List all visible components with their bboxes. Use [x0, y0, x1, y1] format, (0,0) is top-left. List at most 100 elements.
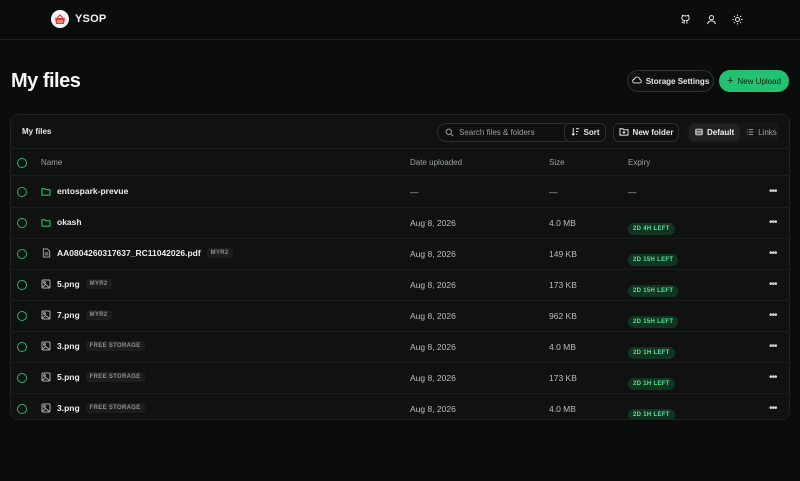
row-size: 149 KB [549, 249, 577, 259]
expiry-badge: 2D 15H LEFT [628, 254, 679, 266]
row-expiry: 2D 15H LEFT [628, 279, 679, 297]
new-upload-button[interactable]: + New Upload [719, 70, 789, 92]
column-size[interactable]: Size [549, 158, 565, 167]
table-row[interactable]: 3.png FREE STORAGE Aug 8, 2026 4.0 MB 2D 1H … [11, 394, 789, 419]
sun-icon[interactable] [731, 13, 743, 25]
storage-tag: MYR2 [85, 279, 112, 289]
user-icon[interactable] [705, 13, 717, 25]
view-links-option[interactable]: Links [740, 124, 783, 141]
row-name-cell[interactable]: AA0804260317637_RC11042026.pdf MYR2 [41, 248, 233, 258]
plus-icon: + [726, 74, 734, 87]
row-date: Aug 8, 2026 [410, 280, 456, 290]
cloud-icon [631, 76, 642, 86]
expiry-badge: 2D 15H LEFT [628, 285, 679, 297]
row-checkbox[interactable] [17, 249, 27, 259]
row-checkbox[interactable] [17, 404, 27, 414]
more-options-icon[interactable]: ••• [769, 372, 777, 383]
row-checkbox[interactable] [17, 373, 27, 383]
column-expiry[interactable]: Expiry [628, 158, 650, 167]
links-list-icon [746, 128, 754, 138]
row-checkbox[interactable] [17, 218, 27, 228]
search-icon [445, 124, 454, 142]
file-name[interactable]: AA0804260317637_RC11042026.pdf [57, 248, 201, 258]
row-date: Aug 8, 2026 [410, 311, 456, 321]
sort-icon [571, 127, 580, 138]
row-expiry: 2D 4H LEFT [628, 217, 675, 235]
row-size: 173 KB [549, 373, 577, 383]
storage-tag: FREE STORAGE [85, 372, 145, 382]
search-box[interactable] [437, 123, 573, 142]
table-row[interactable]: 7.png MYR2 Aug 8, 2026 962 KB 2D 15H LEFT ••• [11, 301, 789, 332]
storage-settings-button[interactable]: Storage Settings [627, 70, 714, 92]
image-icon [41, 372, 51, 382]
file-name[interactable]: 3.png [57, 403, 80, 413]
table-row[interactable]: okash Aug 8, 2026 4.0 MB 2D 4H LEFT ••• [11, 208, 789, 239]
row-name-cell[interactable]: 3.png FREE STORAGE [41, 403, 145, 413]
page-title: My files [11, 70, 81, 92]
brand[interactable]: YSOP [51, 10, 106, 28]
table-row[interactable]: 5.png FREE STORAGE Aug 8, 2026 173 KB 2D 1H … [11, 363, 789, 394]
row-checkbox[interactable] [17, 342, 27, 352]
image-icon [41, 279, 51, 289]
row-name-cell[interactable]: entospark-prevue [41, 186, 128, 196]
file-name[interactable]: 5.png [57, 372, 80, 382]
image-icon [41, 310, 51, 320]
row-date: Aug 8, 2026 [410, 249, 456, 259]
file-name[interactable]: 3.png [57, 341, 80, 351]
file-name[interactable]: 5.png [57, 279, 80, 289]
storage-tag: FREE STORAGE [85, 403, 145, 413]
more-options-icon[interactable]: ••• [769, 310, 777, 321]
row-expiry: 2D 15H LEFT [628, 310, 679, 328]
expiry-badge: 2D 1H LEFT [628, 409, 675, 419]
row-checkbox[interactable] [17, 311, 27, 321]
new-upload-label: New Upload [737, 76, 781, 86]
file-name[interactable]: okash [57, 217, 82, 227]
row-date: — [410, 187, 419, 197]
view-toggle: Default Links [687, 122, 779, 143]
view-default-option[interactable]: Default [689, 124, 741, 141]
row-name-cell[interactable]: okash [41, 217, 82, 227]
image-icon [41, 341, 51, 351]
row-expiry: 2D 15H LEFT [628, 248, 679, 266]
more-options-icon[interactable]: ••• [769, 403, 777, 414]
row-name-cell[interactable]: 5.png FREE STORAGE [41, 372, 145, 382]
view-links-label: Links [758, 128, 777, 137]
folder-icon [41, 186, 51, 196]
row-name-cell[interactable]: 5.png MYR2 [41, 279, 112, 289]
table-row[interactable]: 3.png FREE STORAGE Aug 8, 2026 4.0 MB 2D 1H … [11, 332, 789, 363]
top-bar: YSOP [0, 0, 800, 40]
new-folder-button[interactable]: New folder [613, 123, 679, 142]
sort-label: Sort [583, 128, 600, 137]
app-name: YSOP [75, 13, 107, 25]
table-row[interactable]: 5.png MYR2 Aug 8, 2026 173 KB 2D 15H LEFT ••• [11, 270, 789, 301]
table-row[interactable]: entospark-prevue — — — ••• [11, 177, 789, 208]
more-options-icon[interactable]: ••• [769, 186, 777, 197]
sort-button[interactable]: Sort [564, 123, 606, 142]
row-checkbox[interactable] [17, 187, 27, 197]
table-row[interactable]: AA0804260317637_RC11042026.pdf MYR2 Aug 8,… [11, 239, 789, 270]
document-icon [41, 248, 51, 258]
column-date-uploaded[interactable]: Date uploaded [410, 158, 462, 167]
more-options-icon[interactable]: ••• [769, 341, 777, 352]
panel-title: My files [22, 127, 52, 136]
search-input[interactable] [459, 128, 559, 137]
row-expiry: 2D 1H LEFT [628, 403, 675, 419]
row-date: Aug 8, 2026 [410, 342, 456, 352]
more-options-icon[interactable]: ••• [769, 217, 777, 228]
more-options-icon[interactable]: ••• [769, 279, 777, 290]
file-name[interactable]: 7.png [57, 310, 80, 320]
file-name[interactable]: entospark-prevue [57, 186, 128, 196]
row-name-cell[interactable]: 7.png MYR2 [41, 310, 112, 320]
expiry-badge: 2D 1H LEFT [628, 347, 675, 359]
row-name-cell[interactable]: 3.png FREE STORAGE [41, 341, 145, 351]
row-checkbox[interactable] [17, 280, 27, 290]
storage-tag: MYR2 [85, 310, 112, 320]
basket-logo-icon [51, 10, 69, 28]
column-name[interactable]: Name [41, 158, 62, 167]
image-icon [41, 403, 51, 413]
row-size: 962 KB [549, 311, 577, 321]
more-options-icon[interactable]: ••• [769, 248, 777, 259]
storage-tag: MYR2 [206, 248, 233, 258]
select-all-checkbox[interactable] [17, 158, 27, 168]
github-icon[interactable] [679, 13, 691, 25]
